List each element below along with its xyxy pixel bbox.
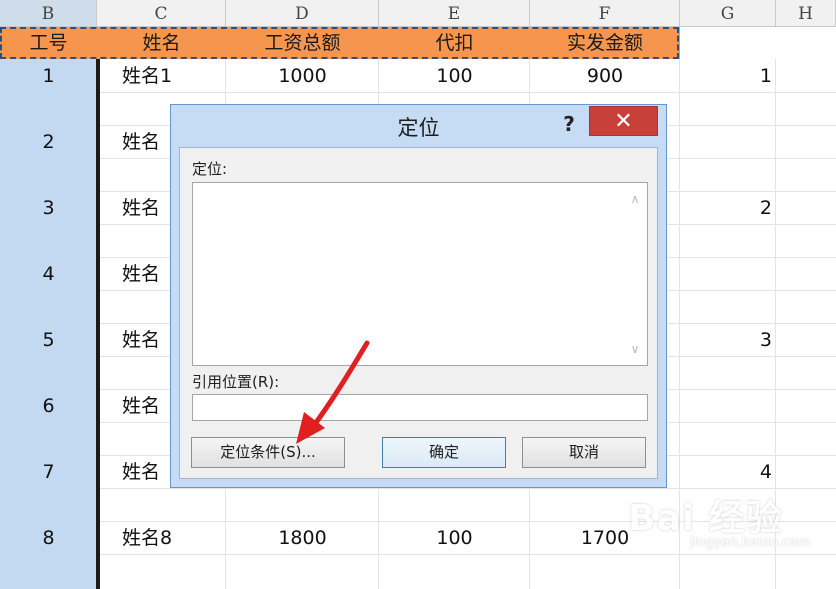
cell-g[interactable]: 3 — [680, 324, 772, 356]
special-button[interactable]: 定位条件(S)... — [191, 437, 345, 468]
goto-dialog: 定位 ? ✕ 定位: ∧ ∨ 引用位置(R): 定位条件(S)... 确定 取消 — [170, 104, 667, 488]
cell-id[interactable]: 3 — [0, 192, 97, 224]
cell-total[interactable]: 1000 — [226, 60, 379, 92]
column-header-f[interactable]: F — [530, 0, 680, 27]
cell-net[interactable]: 900 — [530, 60, 680, 92]
reference-label: 引用位置(R): — [192, 373, 280, 391]
column-header-e[interactable]: E — [379, 0, 530, 27]
column-header-g[interactable]: G — [680, 0, 776, 27]
baidu-watermark: Bai 经验 jingyan.baidu.com — [628, 489, 810, 550]
header-cell-id[interactable]: 工号 — [0, 27, 97, 59]
header-cell-deduct[interactable]: 代扣 — [379, 27, 530, 59]
cell-g[interactable]: 4 — [680, 456, 772, 488]
cell-id[interactable]: 5 — [0, 324, 97, 356]
column-header-b[interactable]: B — [0, 0, 97, 27]
cell-id[interactable]: 2 — [0, 126, 97, 158]
cell-id[interactable]: 1 — [0, 60, 97, 92]
column-header-c[interactable]: C — [97, 0, 226, 27]
grid-line — [100, 554, 836, 555]
cell-total[interactable]: 1800 — [226, 522, 379, 554]
cell-deduct[interactable]: 100 — [379, 522, 530, 554]
grid-line — [100, 92, 836, 93]
goto-listbox[interactable]: ∧ ∨ — [192, 182, 648, 366]
cell-name[interactable]: 姓名1 — [122, 60, 202, 92]
cancel-button[interactable]: 取消 — [522, 437, 646, 468]
cell-id[interactable]: 4 — [0, 258, 97, 290]
cell-g[interactable]: 1 — [680, 60, 772, 92]
close-button[interactable]: ✕ — [589, 106, 658, 136]
cell-id[interactable]: 7 — [0, 456, 97, 488]
ok-button[interactable]: 确定 — [382, 437, 506, 468]
header-cell-name[interactable]: 姓名 — [97, 27, 226, 59]
reference-input[interactable] — [192, 394, 648, 421]
watermark-logo: Bai 经验 — [628, 498, 783, 539]
cell-g[interactable] — [680, 390, 772, 422]
cell-deduct[interactable]: 100 — [379, 60, 530, 92]
goto-label: 定位: — [192, 160, 228, 178]
cell-g[interactable] — [680, 126, 772, 158]
help-icon[interactable]: ? — [560, 109, 578, 139]
header-cell-net[interactable]: 实发金额 — [530, 27, 680, 59]
cell-id[interactable]: 8 — [0, 522, 97, 554]
dialog-body: 定位: ∧ ∨ 引用位置(R): 定位条件(S)... 确定 取消 — [179, 147, 658, 479]
scroll-down-icon[interactable]: ∨ — [629, 343, 641, 355]
scroll-up-icon[interactable]: ∧ — [629, 193, 641, 205]
watermark-url: jingyan.baidu.com — [690, 535, 810, 550]
column-header-h[interactable]: H — [776, 0, 836, 27]
cell-name[interactable]: 姓名8 — [122, 522, 202, 554]
header-cell-total[interactable]: 工资总额 — [226, 27, 379, 59]
cell-id[interactable]: 6 — [0, 390, 97, 422]
cell-g[interactable] — [680, 258, 772, 290]
column-header-d[interactable]: D — [226, 0, 379, 27]
cell-g[interactable]: 2 — [680, 192, 772, 224]
